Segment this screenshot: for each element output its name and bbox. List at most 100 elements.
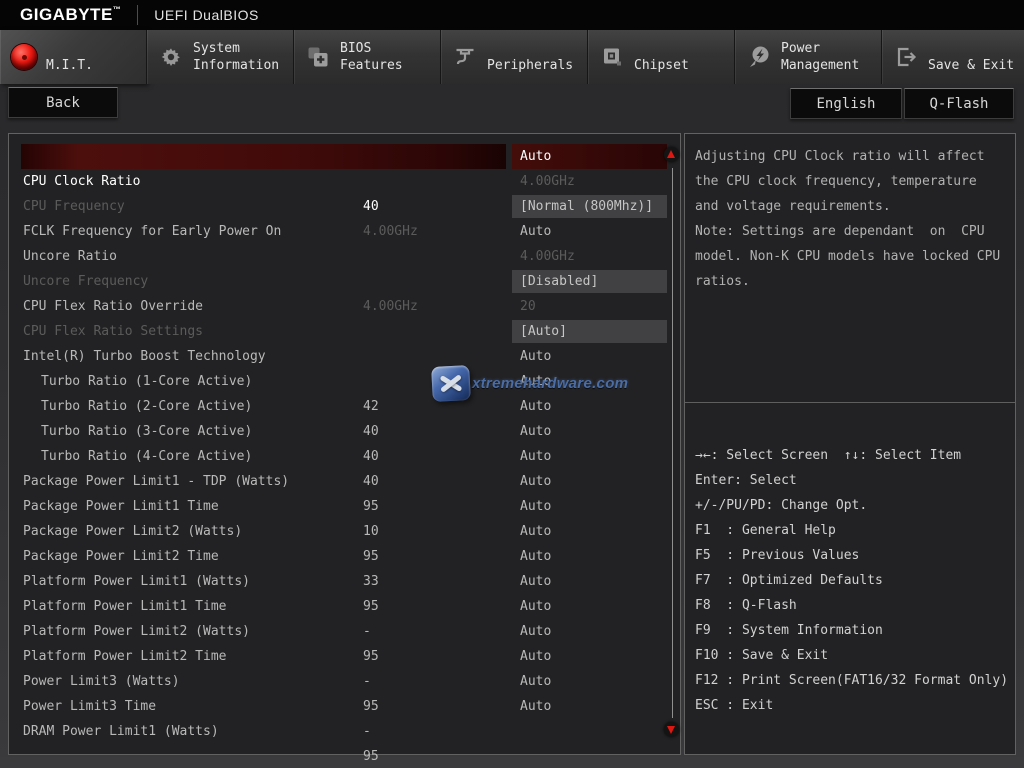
setting-option-value: 4.00GHz (512, 169, 667, 194)
tab-peripherals[interactable]: Peripherals (441, 30, 588, 84)
chipset-icon (599, 44, 625, 70)
setting-option-value: [Normal (800Mhz)] (512, 195, 667, 218)
hotkey-line: F12 : Print Screen(FAT16/32 Format Only) (695, 668, 1009, 693)
settings-panel: CPU Clock Ratio 40 Auto CPU Frequency 4.… (8, 133, 681, 755)
setting-name: CPU Flex Ratio Override (23, 294, 203, 319)
setting-current-value: 40 (363, 194, 379, 219)
setting-option-value: Auto (512, 594, 667, 619)
setting-name: DRAM Power Limit1 (Watts) (23, 719, 219, 744)
setting-option-value: [Auto] (512, 320, 667, 343)
setting-current-value: 4.00GHz (363, 294, 418, 319)
setting-option-value: Auto (512, 569, 667, 594)
setting-option-value: Auto (512, 644, 667, 669)
top-bar: GIGABYTE™ UEFI DualBIOS (0, 0, 1024, 30)
tab-chipset[interactable]: Chipset (588, 30, 735, 84)
setting-name: Package Power Limit1 Time (23, 494, 219, 519)
power-lightning-icon (746, 44, 772, 70)
setting-option-value: Auto (512, 619, 667, 644)
hotkey-line: +/-/PU/PD: Change Opt. (695, 493, 1009, 518)
scrollbar-track[interactable] (672, 168, 673, 718)
tab-power-management[interactable]: Power Management (735, 30, 882, 84)
setting-name: Package Power Limit1 - TDP (Watts) (23, 469, 289, 494)
help-panel: Adjusting CPU Clock ratio will affectthe… (684, 133, 1016, 755)
settings-row[interactable]: CPU Clock Ratio 40 Auto (9, 144, 680, 169)
hotkey-line: F5 : Previous Values (695, 543, 1009, 568)
setting-option-value: Auto (512, 419, 667, 444)
tab-bar: M.I.T. System Information BIOS Features … (0, 30, 1024, 84)
setting-name: Uncore Ratio (23, 244, 117, 269)
gigabyte-logo: GIGABYTE™ (20, 5, 121, 25)
setting-name: Platform Power Limit2 Time (23, 644, 227, 669)
setting-current-value: 42 (363, 394, 379, 419)
setting-name: Package Power Limit2 Time (23, 544, 219, 569)
setting-current-value: 4.00GHz (363, 219, 418, 244)
hotkey-line: F9 : System Information (695, 618, 1009, 643)
setting-option-value: Auto (512, 344, 667, 369)
trademark-symbol: ™ (113, 5, 122, 14)
setting-name: CPU Frequency (23, 194, 125, 219)
help-text-line: Note: Settings are dependant on CPU (695, 219, 1007, 244)
help-text-line: the CPU clock frequency, temperature (695, 169, 1007, 194)
exit-door-icon (893, 44, 919, 70)
setting-name: Turbo Ratio (2-Core Active) (41, 394, 252, 419)
hotkey-line: F10 : Save & Exit (695, 643, 1009, 668)
tab-label: Save & Exit (928, 40, 1024, 74)
help-text-line: ratios. (695, 269, 1007, 294)
help-text-line: Adjusting CPU Clock ratio will affect (695, 144, 1007, 169)
setting-option-value: Auto (512, 369, 667, 394)
setting-name: Uncore Frequency (23, 269, 148, 294)
language-button[interactable]: English (790, 88, 902, 119)
scroll-up-icon[interactable] (664, 147, 679, 162)
setting-current-value: - (363, 619, 371, 644)
setting-option-value: Auto (512, 494, 667, 519)
setting-name: FCLK Frequency for Early Power On (23, 219, 281, 244)
tab-system-information[interactable]: System Information (147, 30, 294, 84)
setting-name: Turbo Ratio (1-Core Active) (41, 369, 252, 394)
hotkey-legend: →←: Select Screen ↑↓: Select ItemEnter: … (685, 403, 1015, 718)
top-bar-divider (137, 5, 138, 25)
hotkey-line: ESC : Exit (695, 693, 1009, 718)
bottom-strip (0, 757, 1024, 768)
setting-current-value: 95 (363, 744, 379, 768)
setting-name: Platform Power Limit2 (Watts) (23, 619, 250, 644)
help-text-line: and voltage requirements. (695, 194, 1007, 219)
bios-chips-icon (305, 44, 331, 70)
setting-option-value: Auto (512, 219, 667, 244)
back-button[interactable]: Back (8, 87, 118, 118)
setting-name: Platform Power Limit1 Time (23, 594, 227, 619)
settings-list: CPU Clock Ratio 40 Auto CPU Frequency 4.… (9, 144, 680, 719)
setting-option-value: 4.00GHz (512, 244, 667, 269)
scroll-down-icon[interactable] (664, 722, 679, 737)
tab-label: System Information (193, 40, 293, 74)
tab-label: Peripherals (487, 40, 587, 74)
setting-option-value: Auto (512, 544, 667, 569)
bios-title: UEFI DualBIOS (154, 7, 259, 23)
setting-current-value: 40 (363, 469, 379, 494)
setting-name: Package Power Limit2 (Watts) (23, 519, 242, 544)
setting-name: CPU Clock Ratio (23, 169, 140, 194)
help-text-line: model. Non-K CPU models have locked CPU (695, 244, 1007, 269)
setting-current-value: 10 (363, 519, 379, 544)
setting-current-value: 40 (363, 444, 379, 469)
setting-current-value: 95 (363, 494, 379, 519)
setting-current-value: 40 (363, 419, 379, 444)
setting-name: Intel(R) Turbo Boost Technology (23, 344, 266, 369)
mit-red-orb-icon (11, 44, 37, 70)
setting-current-value: 33 (363, 569, 379, 594)
qflash-button[interactable]: Q-Flash (904, 88, 1014, 119)
setting-name: Platform Power Limit1 (Watts) (23, 569, 250, 594)
tab-mit[interactable]: M.I.T. (0, 30, 147, 84)
tab-save-exit[interactable]: Save & Exit (882, 30, 1024, 84)
gear-icon (158, 44, 184, 70)
hotkey-line: F8 : Q-Flash (695, 593, 1009, 618)
setting-option-value: Auto (512, 394, 667, 419)
hotkey-line: →←: Select Screen ↑↓: Select Item (695, 443, 1009, 468)
hotkey-line: F7 : Optimized Defaults (695, 568, 1009, 593)
tab-label: BIOS Features (340, 40, 440, 74)
setting-option-value: Auto (512, 444, 667, 469)
tab-bios-features[interactable]: BIOS Features (294, 30, 441, 84)
help-text-area: Adjusting CPU Clock ratio will affectthe… (685, 134, 1015, 403)
setting-name: Power Limit3 (Watts) (23, 669, 180, 694)
setting-option-value: Auto (512, 469, 667, 494)
setting-option-value: 20 (512, 294, 667, 319)
